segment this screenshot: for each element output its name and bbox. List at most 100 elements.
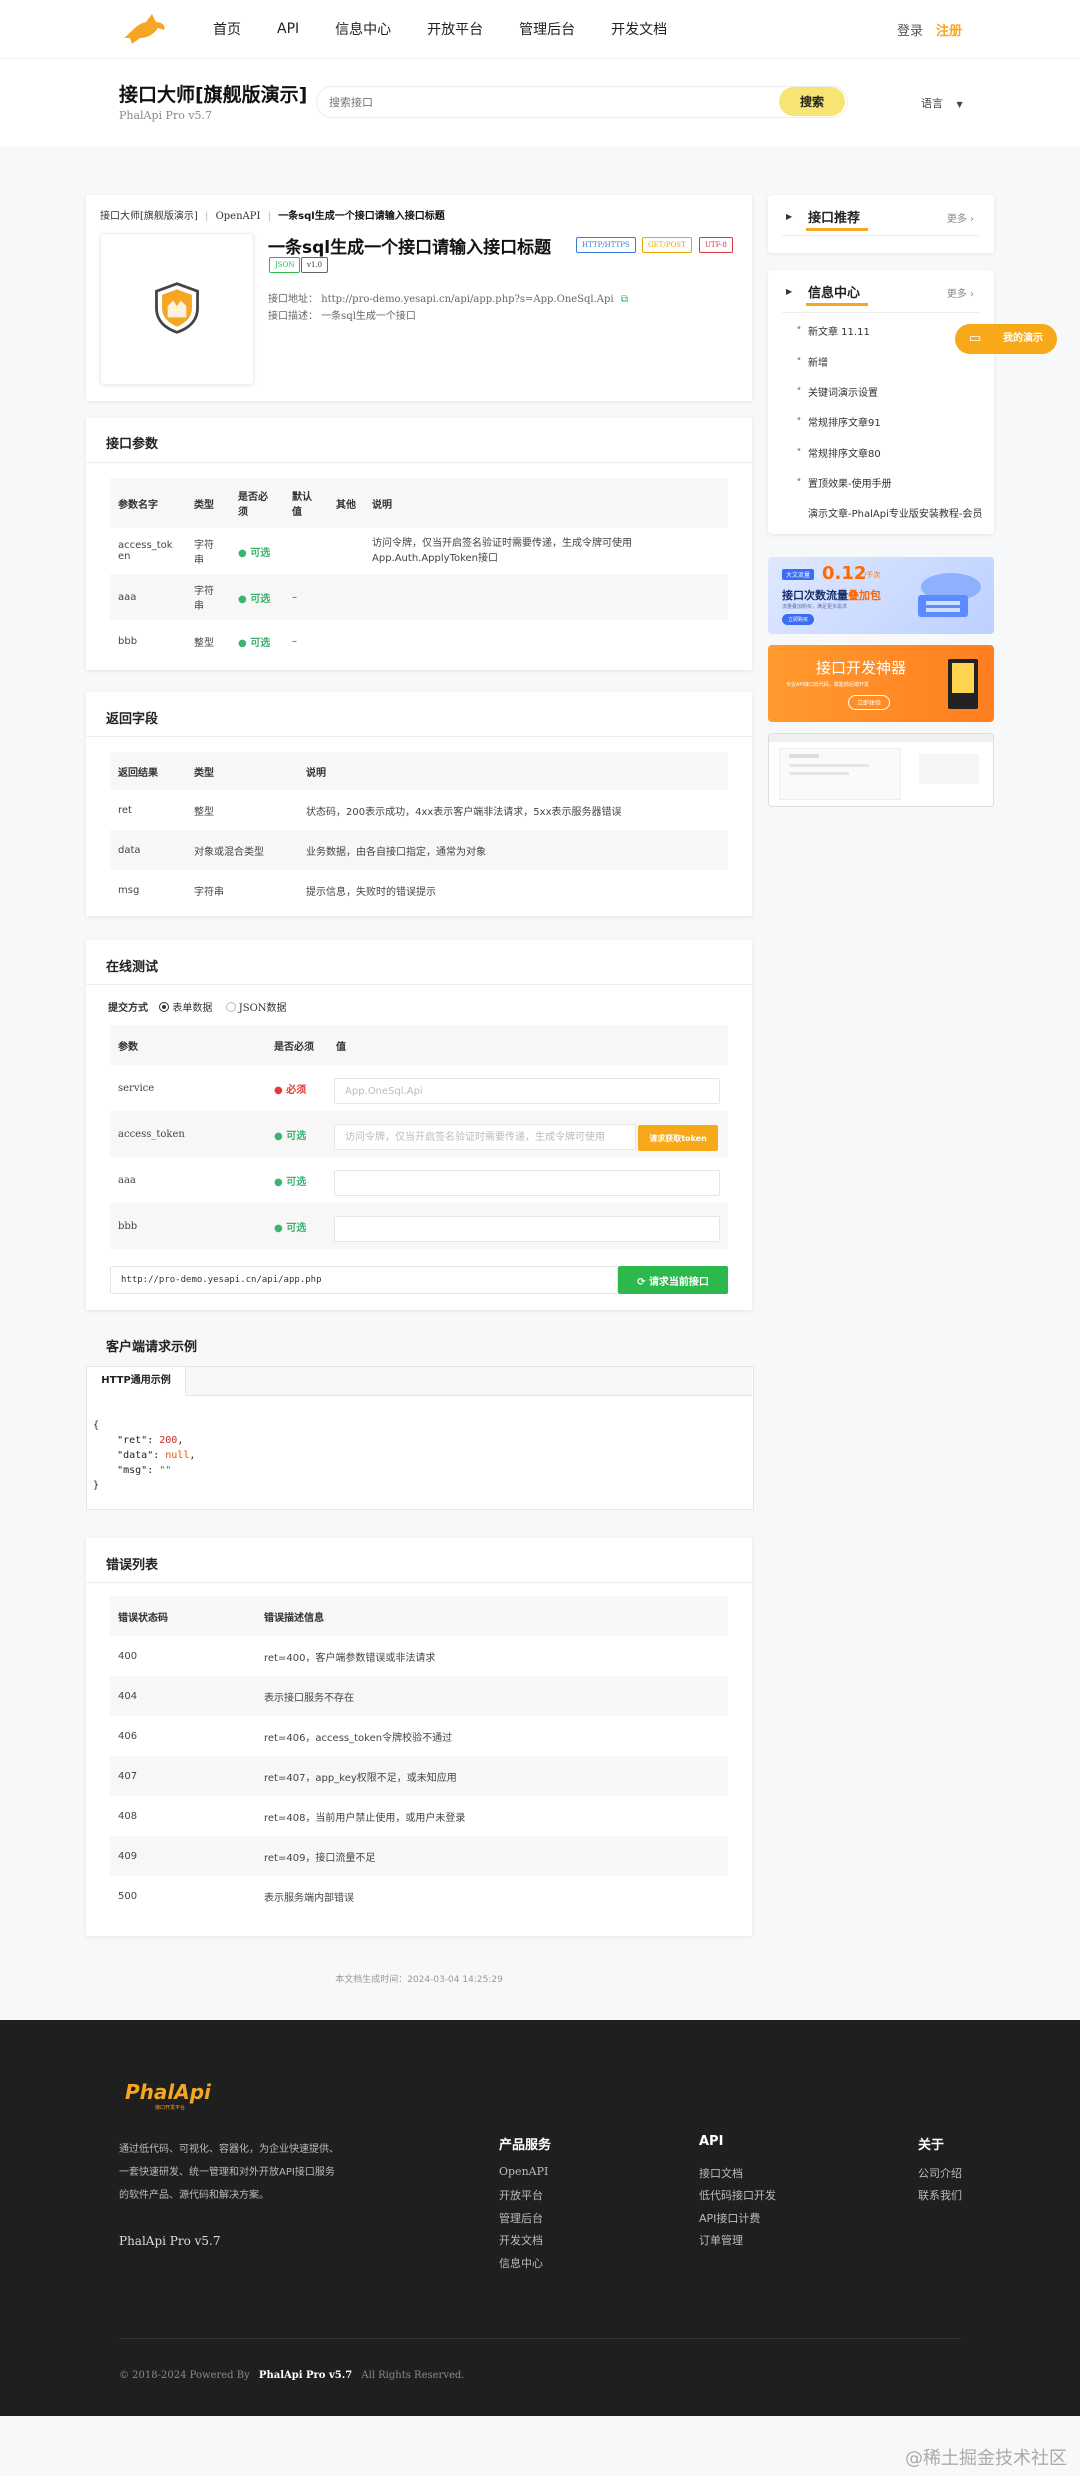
footer-link[interactable]: 订单管理	[699, 2232, 743, 2248]
info-item[interactable]: 常规排序文章80	[796, 445, 881, 460]
admin-preview-image[interactable]	[768, 733, 994, 807]
code-string: ""	[159, 1465, 172, 1476]
return-name: ret	[118, 804, 132, 816]
error-desc: ret=407，app_key权限不足，或未知应用	[256, 1756, 728, 1796]
recommend-more[interactable]: 更多 ›	[947, 210, 974, 225]
logo-icon[interactable]	[118, 12, 170, 46]
banner2-btn: 立即体验	[848, 695, 891, 710]
nav-open-platform[interactable]: 开放平台	[427, 19, 483, 39]
tag-format: JSON	[269, 257, 301, 273]
language-label: 语言	[921, 97, 943, 110]
breadcrumb-item[interactable]: OpenAPI	[216, 211, 261, 222]
code-block: { "ret": 200, "data": null, "msg": "" }	[93, 1420, 196, 1491]
divider	[86, 736, 752, 737]
nav-info[interactable]: 信息中心	[335, 19, 391, 39]
params-card: 接口参数 参数名字 类型 是否必须 默认值 其他 说明 access_token…	[86, 418, 752, 670]
info-more[interactable]: 更多 ›	[947, 285, 974, 300]
col-header: 说明	[364, 478, 728, 528]
mode-form-label[interactable]: 表单数据	[172, 1003, 212, 1014]
recommend-title: 接口推荐	[808, 211, 861, 226]
info-item[interactable]: 关键词演示设置	[796, 384, 878, 399]
error-desc: ret=408，当前用户禁止使用，或用户未登录	[264, 1812, 466, 1824]
radio-checked-icon[interactable]	[159, 1002, 170, 1012]
error-desc: ret=409，接口流量不足	[256, 1836, 728, 1876]
required-label: 可选	[250, 547, 271, 559]
param-required: ● 可选	[238, 547, 271, 559]
access-token-input[interactable]: 访问令牌，仅当开启签名验证时需要传递，生成令牌可使用	[334, 1124, 636, 1150]
copyright-brand[interactable]: PhalApi Pro v5.7	[259, 2370, 352, 2381]
api-title: 一条sql生成一个接口请输入接口标题	[268, 238, 552, 258]
footer-link[interactable]: 公司介绍	[918, 2165, 962, 2181]
title-underline	[806, 303, 868, 306]
breadcrumb-item[interactable]: 接口大师[旗舰版演示]	[100, 211, 198, 222]
search-button[interactable]: 搜索	[779, 87, 845, 116]
param-name: access_token	[118, 540, 173, 562]
table-row: access_token 字符串 ● 可选 访问令牌，仅当开启签名验证时需要传递…	[110, 528, 728, 574]
login-link[interactable]: 登录	[897, 20, 923, 39]
get-token-button[interactable]: 请求获取token	[638, 1125, 718, 1151]
nav-home[interactable]: 首页	[213, 19, 241, 39]
test-required: ● 可选	[266, 1111, 328, 1157]
generated-time: 本文档生成时间：2024-03-04 14:25:29	[335, 1975, 503, 1985]
bbb-input[interactable]	[334, 1216, 720, 1242]
footer-link[interactable]: 开放平台	[499, 2187, 543, 2203]
tab-http-example[interactable]: HTTP通用示例	[87, 1367, 186, 1395]
search-input[interactable]	[327, 87, 771, 117]
mode-json-label[interactable]: JSON数据	[239, 1003, 287, 1014]
table-row: 400 ret=400，客户端参数错误或非法请求	[110, 1636, 728, 1676]
table-row: bbb 整型 ● 可选 –	[110, 620, 728, 662]
required-label: 可选	[286, 1176, 307, 1188]
return-desc: 状态码，200表示成功，4xx表示客户端非法请求，5xx表示服务器错误	[306, 806, 622, 818]
footer-col-title: 产品服务	[499, 2138, 552, 2153]
info-item[interactable]: 常规排序文章91	[796, 414, 881, 429]
info-item[interactable]: 置顶效果-使用手册	[796, 475, 892, 490]
param-default: –	[292, 635, 297, 647]
request-url-input[interactable]: http://pro-demo.yesapi.cn/api/app.php	[110, 1266, 618, 1294]
nav-admin[interactable]: 管理后台	[519, 19, 575, 39]
language-select[interactable]: 语言 ▼	[921, 95, 963, 111]
footer-logo[interactable]: PhalApi 接口开发平台	[125, 2080, 211, 2111]
monitor-icon: ▭	[969, 331, 982, 346]
register-link[interactable]: 注册	[936, 20, 962, 39]
param-name: aaa	[110, 574, 186, 620]
footer-link[interactable]: OpenAPI	[499, 2165, 548, 2178]
site-version: PhalApi Pro v5.7	[119, 109, 213, 122]
info-item[interactable]: 演示文章-PhalApi专业版安装教程-会员	[808, 505, 982, 520]
table-row: 407 ret=407，app_key权限不足，或未知应用	[110, 1756, 728, 1796]
intro-line: 通过低代码、可视化、容器化，为企业快速提供、	[119, 2144, 339, 2155]
info-item[interactable]: 新文章 11.11	[796, 323, 870, 338]
tag-method: GET/POST	[642, 237, 692, 253]
my-demo-button[interactable]: ▭ 我的演示	[955, 324, 1057, 354]
error-code: 400	[118, 1650, 138, 1662]
param-type: 字符串	[194, 540, 214, 566]
footer-link[interactable]: API接口计费	[699, 2210, 760, 2226]
nav-api[interactable]: API	[277, 21, 299, 37]
param-type: 整型	[194, 637, 214, 649]
table-row: 500 表示服务端内部错误	[110, 1876, 728, 1916]
banner-tag: 大文流量	[782, 569, 815, 580]
radio-unchecked-icon[interactable]	[225, 1002, 236, 1012]
divider	[86, 1582, 752, 1583]
recommend-card: ▶ 接口推荐 更多 ›	[768, 195, 994, 253]
banner-traffic[interactable]: 大文流量 0.12 /千次 接口次数流量 叠加包 流量叠加购买，满足更多需求 立…	[768, 557, 994, 634]
banner-dev-tool[interactable]: 接口开发神器 专业API接口低代码，赋能前后端开发 立即体验	[768, 645, 994, 722]
divider	[86, 462, 752, 463]
banner-title: 接口次数流量	[782, 589, 848, 602]
info-item[interactable]: 新增	[796, 354, 828, 369]
footer-link[interactable]: 联系我们	[918, 2187, 962, 2203]
footer-link[interactable]: 接口文档	[699, 2165, 743, 2181]
footer-link[interactable]: 信息中心	[499, 2255, 543, 2271]
request-button[interactable]: ⟳ 请求当前接口	[618, 1266, 728, 1294]
footer-link[interactable]: 低代码接口开发	[699, 2187, 776, 2203]
copy-icon[interactable]: ⧉	[621, 294, 628, 305]
api-address-value[interactable]: http://pro-demo.yesapi.cn/api/app.php?s=…	[321, 294, 613, 305]
param-required: ● 可选	[230, 574, 284, 620]
footer-link[interactable]: 开发文档	[499, 2232, 543, 2248]
aaa-input[interactable]	[334, 1170, 720, 1196]
required-label: 可选	[250, 593, 271, 605]
param-other	[328, 528, 364, 574]
footer-link[interactable]: 管理后台	[499, 2210, 543, 2226]
return-desc: 提示信息，失败时的错误提示	[306, 886, 436, 898]
nav-docs[interactable]: 开发文档	[611, 19, 667, 39]
service-input[interactable]: App.OneSql.Api	[334, 1078, 720, 1104]
